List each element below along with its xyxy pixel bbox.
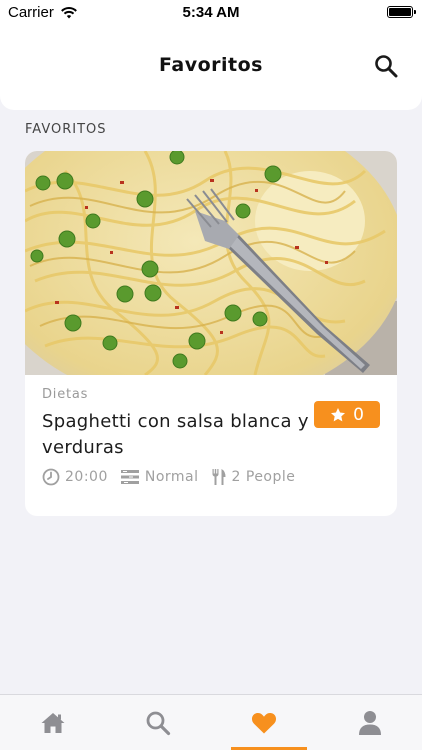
meta-servings: 2 People [211, 468, 296, 486]
tab-search[interactable] [105, 695, 210, 750]
tab-home[interactable] [0, 695, 105, 750]
heart-icon [251, 712, 276, 734]
search-button[interactable] [372, 52, 400, 80]
battery-icon [387, 6, 416, 18]
difficulty-icon [120, 470, 139, 484]
rating-badge[interactable]: 0 [314, 401, 380, 428]
tab-favorites[interactable] [211, 695, 316, 750]
recipe-time: 20:00 [65, 469, 108, 485]
search-icon [375, 55, 398, 78]
navigation-bar: Favoritos [0, 24, 422, 110]
meta-time: 20:00 [42, 468, 108, 486]
recipe-meta: 20:00 Normal 2 People [42, 468, 307, 486]
section-label: FAVORITOS [25, 122, 107, 137]
status-bar: Carrier 5:34 AM [0, 0, 422, 24]
home-icon [41, 713, 64, 733]
meta-difficulty: Normal [120, 469, 199, 485]
recipe-category: Dietas [42, 387, 89, 402]
recipe-image [25, 151, 397, 375]
user-icon [358, 711, 381, 735]
clock-icon [42, 468, 60, 486]
star-icon [331, 407, 346, 421]
rating-value: 0 [353, 404, 364, 425]
tab-profile[interactable] [317, 695, 422, 750]
fork-knife-icon [212, 469, 226, 485]
recipe-difficulty: Normal [144, 469, 199, 485]
recipe-servings: 2 People [231, 469, 296, 485]
recipe-card[interactable]: Dietas Spaghetti con salsa blanca y verd… [25, 151, 397, 516]
search-icon [146, 711, 170, 736]
recipe-title: Spaghetti con salsa blanca y verduras [42, 411, 309, 458]
tab-bar [0, 694, 422, 750]
page-title: Favoritos [159, 54, 263, 76]
status-time: 5:34 AM [182, 4, 240, 21]
